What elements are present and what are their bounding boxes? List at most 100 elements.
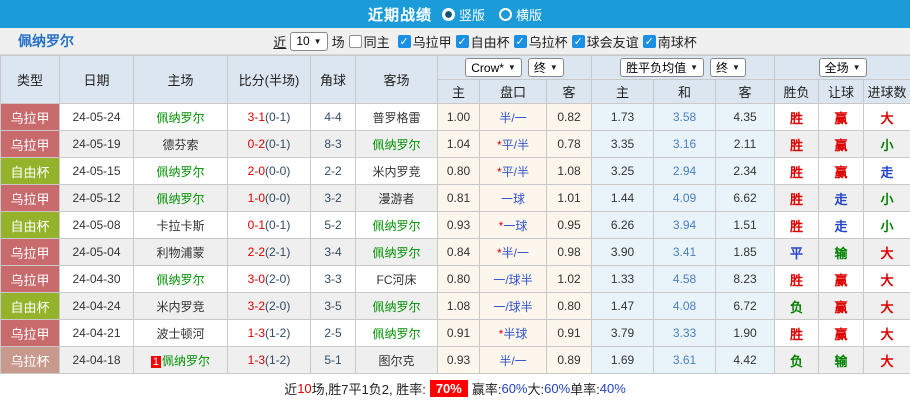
checkbox-checked-icon[interactable]: ✓ — [572, 35, 585, 48]
horizontal-layout-radio[interactable]: 横版 — [499, 5, 542, 24]
result-handicap-cell: 赢 — [819, 320, 864, 347]
asian-final-select[interactable]: 终 ▼ — [528, 58, 564, 77]
checkbox-checked-icon[interactable]: ✓ — [456, 35, 469, 48]
europe-away-odds-cell: 4.35 — [716, 104, 775, 131]
asian-home-odds-cell: 0.93 — [438, 347, 480, 374]
away-team-cell: 佩纳罗尔 — [356, 131, 438, 158]
europe-avg-select[interactable]: 胜平负均值 ▼ — [620, 58, 704, 77]
europe-home-odds-cell: 3.25 — [592, 158, 654, 185]
score-cell: 2-0(0-0) — [228, 158, 311, 185]
checkbox-checked-icon[interactable]: ✓ — [398, 35, 411, 48]
result-wdl-cell: 负 — [775, 347, 819, 374]
chevron-down-icon: ▼ — [508, 63, 516, 72]
half-time-score: (2-1) — [265, 245, 290, 259]
recent-results-panel: 近期战绩 竖版 横版 佩纳罗尔 近 10 ▼ 场 同主 ✓乌 — [0, 0, 910, 403]
half-time-score: (2-0) — [265, 272, 290, 286]
near-games-link[interactable]: 近 — [273, 32, 286, 51]
away-team-name: 普罗格雷 — [372, 111, 420, 125]
same-home-checkbox[interactable]: 同主 — [349, 32, 390, 51]
away-team-name: 佩纳罗尔 — [372, 300, 420, 314]
result-wdl-cell: 胜 — [775, 185, 819, 212]
asian-handicap-cell: *平/半 — [480, 131, 547, 158]
col-header-home: 主场 — [134, 56, 228, 104]
away-team-name: 佩纳罗尔 — [372, 138, 420, 152]
match-date-cell: 24-05-15 — [60, 158, 134, 185]
home-team-cell: 利物浦蒙 — [134, 239, 228, 266]
match-date-cell: 24-05-19 — [60, 131, 134, 158]
match-row: 自由杯24-05-08卡拉卡斯0-1(0-1)5-2佩纳罗尔0.93*一球0.9… — [1, 212, 910, 239]
europe-home-odds-cell: 1.44 — [592, 185, 654, 212]
fullmatch-scope-select[interactable]: 全场 ▼ — [819, 58, 867, 77]
table-header: 类型 日期 主场 比分(半场) 角球 客场 Crow* ▼ 终 ▼ — [1, 56, 910, 104]
asian-home-odds-cell: 0.84 — [438, 239, 480, 266]
home-team-name: 佩纳罗尔 — [156, 111, 204, 125]
asian-home-odds-cell: 0.81 — [438, 185, 480, 212]
asian-handicap-cell: 一/球半 — [480, 266, 547, 293]
league-filter-group: ✓乌拉甲✓自由杯✓乌拉杯✓球会友谊✓南球杯 — [394, 32, 697, 51]
horizontal-layout-label: 横版 — [516, 5, 542, 24]
half-time-score: (0-0) — [265, 164, 290, 178]
league-filter-checkbox[interactable]: ✓南球杯 — [643, 32, 697, 51]
away-team-cell: 漫游者 — [356, 185, 438, 212]
full-time-score: 1-3 — [248, 326, 265, 340]
away-team-name: 图尔克 — [378, 354, 414, 368]
match-row: 乌拉甲24-05-12佩纳罗尔1-0(0-0)3-2漫游者0.81一球1.011… — [1, 185, 910, 212]
match-type-cell: 乌拉甲 — [1, 320, 60, 347]
asian-handicap-cell: *平/半 — [480, 158, 547, 185]
handicap-value: 一/球半 — [493, 300, 532, 314]
result-goals-cell: 大 — [864, 293, 910, 320]
result-wdl-cell: 胜 — [775, 320, 819, 347]
corner-count-cell: 3-2 — [311, 185, 356, 212]
away-team-cell: 佩纳罗尔 — [356, 212, 438, 239]
col-header-asian-home: 主 — [438, 80, 480, 104]
away-team-cell: 佩纳罗尔 — [356, 293, 438, 320]
asian-away-odds-cell: 0.78 — [547, 131, 592, 158]
score-cell: 1-3(1-2) — [228, 347, 311, 374]
league-filter-checkbox[interactable]: ✓乌拉甲 — [398, 32, 452, 51]
score-cell: 0-2(0-1) — [228, 131, 311, 158]
half-time-score: (2-0) — [265, 299, 290, 313]
away-team-name: 佩纳罗尔 — [372, 327, 420, 341]
asian-home-odds-cell: 1.04 — [438, 131, 480, 158]
vertical-layout-radio[interactable]: 竖版 — [442, 5, 485, 24]
summary-segment: 单率: — [570, 379, 600, 398]
radio-unselected-icon[interactable] — [499, 8, 512, 21]
match-count-select[interactable]: 10 ▼ — [290, 32, 327, 51]
score-cell: 3-1(0-1) — [228, 104, 311, 131]
result-handicap-cell: 赢 — [819, 266, 864, 293]
chevron-down-icon: ▼ — [732, 63, 740, 72]
match-type-cell: 自由杯 — [1, 158, 60, 185]
radio-selected-icon[interactable] — [442, 8, 455, 21]
half-time-score: (1-2) — [265, 326, 290, 340]
checkbox-checked-icon[interactable]: ✓ — [643, 35, 656, 48]
corner-count-cell: 5-1 — [311, 347, 356, 374]
col-header-date: 日期 — [60, 56, 134, 104]
checkbox-unchecked-icon[interactable] — [349, 35, 362, 48]
match-row: 乌拉甲24-04-30佩纳罗尔3-0(2-0)3-3FC河床0.80一/球半1.… — [1, 266, 910, 293]
europe-away-odds-cell: 1.85 — [716, 239, 775, 266]
europe-away-odds-cell: 2.11 — [716, 131, 775, 158]
europe-home-odds-cell: 1.73 — [592, 104, 654, 131]
league-filter-checkbox[interactable]: ✓自由杯 — [456, 32, 510, 51]
europe-final-select[interactable]: 终 ▼ — [710, 58, 746, 77]
asian-home-odds-cell: 1.00 — [438, 104, 480, 131]
europe-draw-odds-cell: 3.94 — [654, 212, 716, 239]
result-goals-cell: 小 — [864, 212, 910, 239]
result-wdl-cell: 负 — [775, 293, 819, 320]
col-header-result-wdl: 胜负 — [775, 80, 819, 104]
match-date-cell: 24-04-18 — [60, 347, 134, 374]
league-filter-checkbox[interactable]: ✓乌拉杯 — [514, 32, 568, 51]
bookmaker-select[interactable]: Crow* ▼ — [465, 58, 522, 77]
bookmaker-select-value: Crow* — [471, 61, 504, 75]
results-table: 类型 日期 主场 比分(半场) 角球 客场 Crow* ▼ 终 ▼ — [0, 55, 910, 374]
league-filter-checkbox[interactable]: ✓球会友谊 — [572, 32, 639, 51]
checkbox-checked-icon[interactable]: ✓ — [514, 35, 527, 48]
asian-away-odds-cell: 1.01 — [547, 185, 592, 212]
away-team-cell: 佩纳罗尔 — [356, 320, 438, 347]
result-wdl-cell: 胜 — [775, 266, 819, 293]
result-goals-cell: 大 — [864, 347, 910, 374]
home-team-cell: 佩纳罗尔 — [134, 185, 228, 212]
match-row: 自由杯24-05-15佩纳罗尔2-0(0-0)2-2米内罗竞0.80*平/半1.… — [1, 158, 910, 185]
chevron-down-icon: ▼ — [853, 63, 861, 72]
europe-draw-odds-cell: 3.41 — [654, 239, 716, 266]
